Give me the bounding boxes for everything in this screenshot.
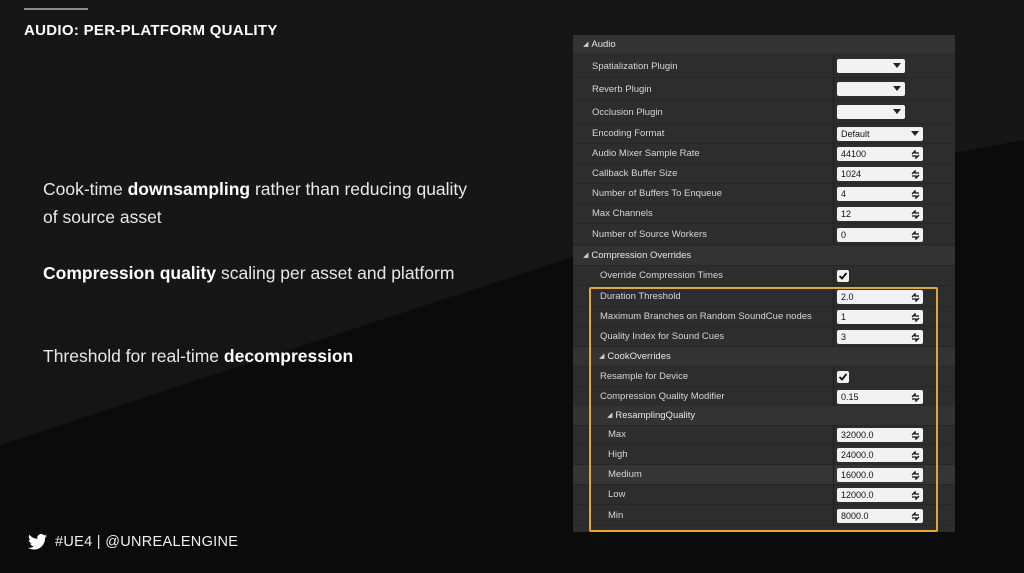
spin-arrows-icon[interactable] <box>911 190 920 199</box>
bullet-decompression-threshold: Threshold for real-time decompression <box>43 346 354 366</box>
row-reverb-plugin: Reverb Plugin <box>573 78 955 101</box>
bullet-downsampling: Cook-time downsampling rather than reduc… <box>43 179 468 227</box>
row-encoding-format: Encoding Format Default <box>573 124 955 144</box>
row-max-channels: Max Channels 12 <box>573 204 955 224</box>
spin-arrows-icon[interactable] <box>911 471 920 480</box>
row-number-of-buffers: Number of Buffers To Enqueue 4 <box>573 184 955 204</box>
spin-arrows-icon[interactable] <box>911 431 920 440</box>
section-header-audio[interactable]: ◢ Audio <box>573 35 955 55</box>
resample-for-device-checkbox[interactable] <box>837 371 849 383</box>
spatialization-plugin-dropdown[interactable] <box>837 59 905 73</box>
slide-title: AUDIO: PER-PLATFORM QUALITY <box>24 22 278 39</box>
audio-settings-panel: ◢ Audio Spatialization Plugin Reverb Plug… <box>573 35 955 532</box>
spin-arrows-icon[interactable] <box>911 150 920 159</box>
resampling-high-input[interactable]: 24000.0 <box>837 448 923 462</box>
sample-rate-input[interactable]: 44100 <box>837 147 923 161</box>
duration-threshold-input[interactable]: 2.0 <box>837 290 923 304</box>
section-header-cook-overrides[interactable]: ◢ CookOverrides <box>573 347 955 367</box>
twitter-bird-icon <box>28 534 47 550</box>
collapse-triangle-icon: ◢ <box>599 353 605 360</box>
collapse-triangle-icon: ◢ <box>583 41 589 48</box>
footer: #UE4 | @UNREALENGINE <box>28 534 238 550</box>
row-duration-threshold: Duration Threshold 2.0 <box>573 287 955 307</box>
checkmark-icon <box>838 272 848 280</box>
row-max-branches: Maximum Branches on Random SoundCue node… <box>573 307 955 327</box>
resampling-medium-input[interactable]: 16000.0 <box>837 468 923 482</box>
reverb-plugin-dropdown[interactable] <box>837 82 905 96</box>
spin-arrows-icon[interactable] <box>911 512 920 521</box>
quality-index-input[interactable]: 3 <box>837 330 923 344</box>
bullet-compression-quality: Compression quality scaling per asset an… <box>43 263 455 283</box>
row-resampling-min: Min 8000.0 <box>573 506 955 526</box>
row-resampling-max: Max 32000.0 <box>573 425 955 445</box>
row-override-compression-times: Override Compression Times <box>573 266 955 286</box>
row-resampling-high: High 24000.0 <box>573 445 955 465</box>
section-header-resampling-quality[interactable]: ◢ ResamplingQuality <box>573 406 955 426</box>
row-occlusion-plugin: Occlusion Plugin <box>573 101 955 124</box>
resampling-min-input[interactable]: 8000.0 <box>837 509 923 523</box>
spin-arrows-icon[interactable] <box>911 393 920 402</box>
chevron-down-icon <box>893 86 901 91</box>
override-compression-times-checkbox[interactable] <box>837 270 849 282</box>
max-channels-input[interactable]: 12 <box>837 207 923 221</box>
row-quality-index-sound-cues: Quality Index for Sound Cues 3 <box>573 327 955 347</box>
row-resampling-low: Low 12000.0 <box>573 485 955 505</box>
occlusion-plugin-dropdown[interactable] <box>837 105 905 119</box>
checkmark-icon <box>838 373 848 381</box>
resampling-low-input[interactable]: 12000.0 <box>837 488 923 502</box>
chevron-down-icon <box>911 131 919 136</box>
callback-buffer-size-input[interactable]: 1024 <box>837 167 923 181</box>
collapse-triangle-icon: ◢ <box>607 412 613 419</box>
spin-arrows-icon[interactable] <box>911 491 920 500</box>
max-branches-input[interactable]: 1 <box>837 310 923 324</box>
resampling-max-input[interactable]: 32000.0 <box>837 428 923 442</box>
spin-arrows-icon[interactable] <box>911 293 920 302</box>
row-audio-mixer-sample-rate: Audio Mixer Sample Rate 44100 <box>573 144 955 164</box>
section-header-compression-overrides[interactable]: ◢ Compression Overrides <box>573 246 955 266</box>
compression-quality-modifier-input[interactable]: 0.15 <box>837 390 923 404</box>
chevron-down-icon <box>893 109 901 114</box>
top-accent-bar <box>24 8 88 10</box>
collapse-triangle-icon: ◢ <box>583 252 589 259</box>
source-workers-input[interactable]: 0 <box>837 228 923 242</box>
spin-arrows-icon[interactable] <box>911 210 920 219</box>
row-source-workers: Number of Source Workers 0 <box>573 225 955 245</box>
row-resampling-medium: Medium 16000.0 <box>573 465 955 485</box>
encoding-format-dropdown[interactable]: Default <box>837 127 923 141</box>
row-spatialization-plugin: Spatialization Plugin <box>573 55 955 78</box>
row-compression-quality-modifier: Compression Quality Modifier 0.15 <box>573 387 955 407</box>
chevron-down-icon <box>893 63 901 68</box>
row-callback-buffer-size: Callback Buffer Size 1024 <box>573 164 955 184</box>
spin-arrows-icon[interactable] <box>911 231 920 240</box>
spin-arrows-icon[interactable] <box>911 451 920 460</box>
row-resample-for-device: Resample for Device <box>573 367 955 387</box>
spin-arrows-icon[interactable] <box>911 313 920 322</box>
footer-handle: #UE4 | @UNREALENGINE <box>55 534 239 550</box>
spin-arrows-icon[interactable] <box>911 333 920 342</box>
buffers-to-enqueue-input[interactable]: 4 <box>837 187 923 201</box>
spin-arrows-icon[interactable] <box>911 170 920 179</box>
